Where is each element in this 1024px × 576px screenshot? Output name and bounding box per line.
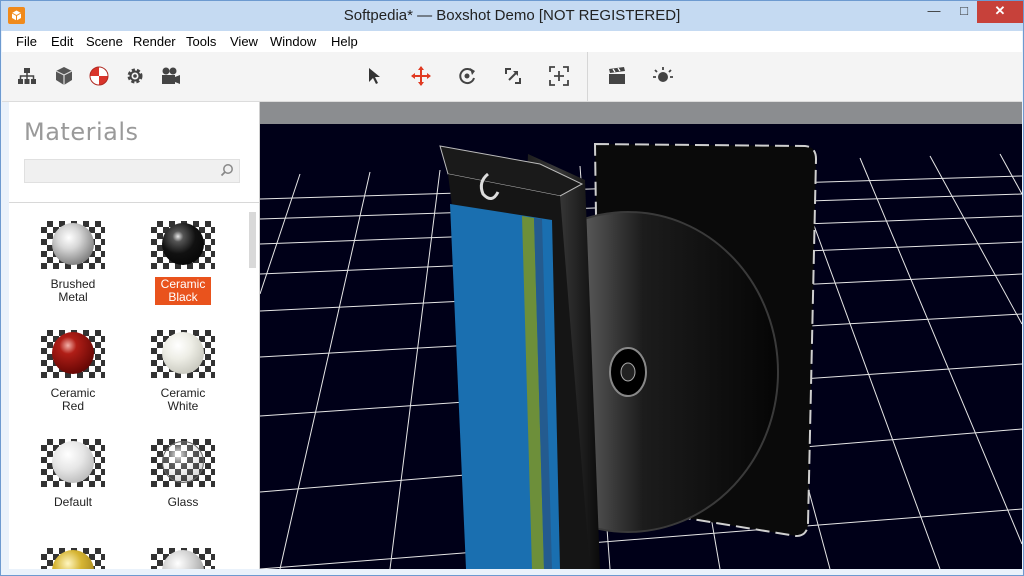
viewport-header-strip <box>260 102 1022 124</box>
light-icon[interactable] <box>652 65 674 87</box>
material-gold[interactable] <box>28 548 118 569</box>
select-arrow-icon[interactable] <box>364 65 386 87</box>
scale-icon[interactable] <box>502 65 524 87</box>
search-icon[interactable] <box>220 163 234 177</box>
render-clapper-icon[interactable] <box>606 65 628 87</box>
material-label: Glass <box>167 495 199 509</box>
material-label: Ceramic Red <box>50 386 96 413</box>
silver-icon <box>151 548 215 569</box>
rotate-icon[interactable] <box>456 65 478 87</box>
settings-gear-icon[interactable] <box>124 65 146 87</box>
material-ceramic-black[interactable]: Ceramic Black <box>138 221 228 305</box>
materials-grid: Brushed Metal Ceramic Black Ceramic Red … <box>9 203 249 569</box>
menu-file[interactable]: File <box>16 34 37 49</box>
menu-bar: File Edit Scene Render Tools View Window… <box>2 31 1022 52</box>
ceramic-white-icon <box>151 330 215 378</box>
materials-scrollbar[interactable] <box>249 212 256 268</box>
material-label: Ceramic White <box>160 386 206 413</box>
glass-icon <box>151 439 215 487</box>
brushed-metal-icon <box>41 221 105 269</box>
move-icon[interactable] <box>410 65 432 87</box>
material-label: Brushed Metal <box>50 277 96 304</box>
material-glass[interactable]: Glass <box>138 439 228 510</box>
menu-scene[interactable]: Scene <box>86 34 123 49</box>
maximize-button[interactable]: □ <box>949 1 979 23</box>
title-bar[interactable]: Softpedia* — Boxshot Demo [NOT REGISTERE… <box>1 1 1023 31</box>
panel-title: Materials <box>24 118 139 146</box>
material-ceramic-white[interactable]: Ceramic White <box>138 330 228 414</box>
toolbar-separator <box>587 52 588 101</box>
material-ceramic-red[interactable]: Ceramic Red <box>28 330 118 414</box>
default-icon <box>41 439 105 487</box>
menu-edit[interactable]: Edit <box>51 34 73 49</box>
ceramic-red-icon <box>41 330 105 378</box>
materials-panel: Materials Brushed Metal Ceramic Black Ce… <box>9 102 260 569</box>
minimize-button[interactable]: — <box>919 1 949 23</box>
window-title: Softpedia* — Boxshot Demo [NOT REGISTERE… <box>343 7 681 24</box>
3d-scene[interactable] <box>260 124 1022 569</box>
materials-search-input[interactable] <box>24 159 240 183</box>
menu-help[interactable]: Help <box>331 34 358 49</box>
material-default[interactable]: Default <box>28 439 118 510</box>
materials-icon[interactable] <box>88 65 110 87</box>
material-brushed-metal[interactable]: Brushed Metal <box>28 221 118 305</box>
fit-view-icon[interactable] <box>548 65 570 87</box>
gold-icon <box>41 548 105 569</box>
camera-icon[interactable] <box>160 65 182 87</box>
toolbar <box>2 52 1022 102</box>
dvd-case-3d-model <box>439 142 818 569</box>
close-button[interactable]: ✕ <box>977 1 1023 23</box>
app-window: Softpedia* — Boxshot Demo [NOT REGISTERE… <box>0 0 1024 576</box>
menu-render[interactable]: Render <box>133 34 176 49</box>
material-silver[interactable] <box>138 548 228 569</box>
menu-view[interactable]: View <box>230 34 258 49</box>
scene-tree-icon[interactable] <box>16 65 38 87</box>
material-label: Ceramic Black <box>155 277 211 305</box>
material-label: Default <box>53 495 93 509</box>
ceramic-black-icon <box>151 221 215 269</box>
menu-window[interactable]: Window <box>270 34 316 49</box>
3d-viewport[interactable] <box>260 102 1022 569</box>
object-cube-icon[interactable] <box>53 65 75 87</box>
menu-tools[interactable]: Tools <box>186 34 216 49</box>
